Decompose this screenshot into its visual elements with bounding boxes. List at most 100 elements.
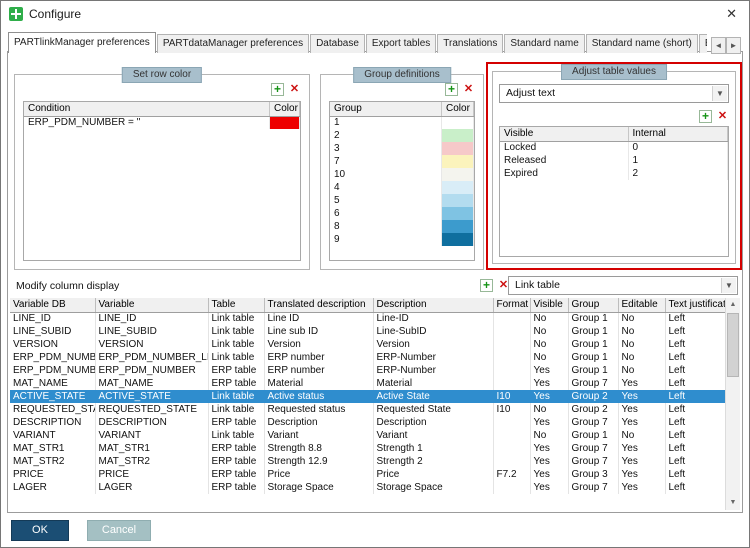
add-column-icon[interactable]: +: [480, 279, 493, 292]
table-row[interactable]: DESCRIPTIONDESCRIPTIONERP tableDescripti…: [10, 416, 725, 429]
table-row[interactable]: ERP_PDM_NUMBERERP_PDM_NUMBER_LINKTABLELi…: [10, 351, 725, 364]
cell: Price: [264, 468, 373, 481]
ok-button[interactable]: OK: [11, 520, 69, 541]
column-header-condition[interactable]: Condition: [24, 102, 270, 116]
column-header-translated-description[interactable]: Translated description: [264, 298, 373, 312]
cell: [493, 442, 530, 455]
add-group-icon[interactable]: +: [445, 83, 458, 96]
cell: Group 1: [568, 364, 618, 377]
cell: No: [618, 364, 665, 377]
group-row[interactable]: 7: [330, 155, 474, 168]
adjust-mode-dropdown[interactable]: Adjust text ▼: [499, 84, 729, 103]
cancel-button[interactable]: Cancel: [87, 520, 151, 541]
cell: Left: [665, 416, 725, 429]
delete-condition-icon[interactable]: ✕: [288, 83, 301, 96]
adjust-table-values-group: Adjust table values Adjust text ▼ + ✕ Vi…: [492, 71, 736, 264]
column-header-variable-db[interactable]: Variable DB: [10, 298, 95, 312]
add-condition-icon[interactable]: +: [271, 83, 284, 96]
table-row[interactable]: LINE_SUBIDLINE_SUBIDLink tableLine sub I…: [10, 325, 725, 338]
cell: Left: [665, 403, 725, 416]
column-header-format[interactable]: Format: [493, 298, 530, 312]
tab-export-tables[interactable]: Export tables: [366, 34, 436, 53]
table-row[interactable]: REQUESTED_STATEREQUESTED_STATELink table…: [10, 403, 725, 416]
delete-value-icon[interactable]: ✕: [716, 110, 729, 123]
column-display-table-wrap: Variable DBVariableTableTranslated descr…: [10, 298, 725, 510]
cell: REQUESTED_STATE: [10, 403, 95, 416]
group-row[interactable]: 3: [330, 142, 474, 155]
condition-row[interactable]: ERP_PDM_NUMBER = '': [24, 116, 300, 129]
column-header-group[interactable]: Group: [568, 298, 618, 312]
tab-scroll-left-icon[interactable]: ◄: [711, 37, 726, 54]
close-icon[interactable]: ✕: [726, 6, 737, 22]
value-row[interactable]: Locked0: [500, 141, 728, 154]
table-row[interactable]: PRICEPRICEERP tablePricePriceF7.2YesGrou…: [10, 468, 725, 481]
table-row[interactable]: MAT_STR2MAT_STR2ERP tableStrength 12.9St…: [10, 455, 725, 468]
cell: Description: [373, 416, 493, 429]
cell: Yes: [618, 403, 665, 416]
group-row[interactable]: 9: [330, 233, 474, 246]
header-row: ConditionColor: [24, 102, 300, 116]
column-header-text-justification[interactable]: Text justification: [665, 298, 725, 312]
tab-bom-name[interactable]: BOM name: [699, 34, 707, 53]
group-row[interactable]: 4: [330, 181, 474, 194]
row-color-table-box: ConditionColorERP_PDM_NUMBER = '': [23, 101, 301, 261]
condition-cell: ERP_PDM_NUMBER = '': [24, 116, 270, 129]
cell: Strength 12.9: [264, 455, 373, 468]
cell: MAT_STR2: [10, 455, 95, 468]
tab-standard-name-short[interactable]: Standard name (short): [586, 34, 698, 53]
table-row[interactable]: LINE_IDLINE_IDLink tableLine IDLine-IDNo…: [10, 312, 725, 325]
table-row[interactable]: VERSIONVERSIONLink tableVersionVersionNo…: [10, 338, 725, 351]
column-header-color[interactable]: Color: [270, 102, 300, 116]
cell: Yes: [618, 416, 665, 429]
vertical-scrollbar[interactable]: ▲ ▼: [725, 298, 740, 510]
column-header-editable[interactable]: Editable: [618, 298, 665, 312]
cell: ERP number: [264, 364, 373, 377]
scrollbar-thumb[interactable]: [727, 313, 739, 377]
cell: Line sub ID: [264, 325, 373, 338]
group-row[interactable]: 10: [330, 168, 474, 181]
table-source-dropdown[interactable]: Link table ▼: [508, 276, 738, 295]
column-header-internal[interactable]: Internal: [628, 127, 728, 141]
tab-partdatamanager-preferences[interactable]: PARTdataManager preferences: [157, 34, 309, 53]
tab-partlinkmanager-preferences[interactable]: PARTlinkManager preferences: [8, 32, 156, 53]
cell: [493, 429, 530, 442]
tab-translations[interactable]: Translations: [437, 34, 503, 53]
tab-scroll-right-icon[interactable]: ►: [726, 37, 741, 54]
value-row[interactable]: Released1: [500, 154, 728, 167]
cell: Storage Space: [264, 481, 373, 494]
group-row[interactable]: 5: [330, 194, 474, 207]
table-source-value: Link table: [515, 279, 560, 291]
column-header-variable[interactable]: Variable: [95, 298, 208, 312]
column-header-table[interactable]: Table: [208, 298, 264, 312]
tab-database[interactable]: Database: [310, 34, 365, 53]
table-row[interactable]: LAGERLAGERERP tableStorage SpaceStorage …: [10, 481, 725, 494]
group-row[interactable]: 8: [330, 220, 474, 233]
table-row[interactable]: ACTIVE_STATEACTIVE_STATELink tableActive…: [10, 390, 725, 403]
group-row[interactable]: 1: [330, 116, 474, 129]
delete-group-icon[interactable]: ✕: [462, 83, 475, 96]
column-header-visible[interactable]: Visible: [500, 127, 628, 141]
table-row[interactable]: MAT_STR1MAT_STR1ERP tableStrength 8.8Str…: [10, 442, 725, 455]
cell: Yes: [618, 468, 665, 481]
table-row[interactable]: ERP_PDM_NUMBERERP_PDM_NUMBERERP tableERP…: [10, 364, 725, 377]
column-header-description[interactable]: Description: [373, 298, 493, 312]
color-swatch: [442, 220, 474, 233]
table-row[interactable]: VARIANTVARIANTLink tableVariantVariantNo…: [10, 429, 725, 442]
add-value-icon[interactable]: +: [699, 110, 712, 123]
value-row[interactable]: Expired2: [500, 167, 728, 180]
group-row[interactable]: 6: [330, 207, 474, 220]
scroll-up-icon[interactable]: ▲: [726, 298, 740, 312]
cell: Yes: [530, 390, 568, 403]
table-row[interactable]: MAT_NAMEMAT_NAMEERP tableMaterialMateria…: [10, 377, 725, 390]
group-row[interactable]: 2: [330, 129, 474, 142]
tab-standard-name[interactable]: Standard name: [504, 34, 584, 53]
column-header-color[interactable]: Color: [442, 102, 474, 116]
cell: ERP-Number: [373, 364, 493, 377]
cell: ERP_PDM_NUMBER: [10, 351, 95, 364]
column-header-group[interactable]: Group: [330, 102, 442, 116]
cell: MAT_STR1: [95, 442, 208, 455]
cell: Left: [665, 468, 725, 481]
column-header-visible[interactable]: Visible: [530, 298, 568, 312]
visible-cell: Locked: [500, 141, 628, 154]
scroll-down-icon[interactable]: ▼: [726, 496, 740, 510]
